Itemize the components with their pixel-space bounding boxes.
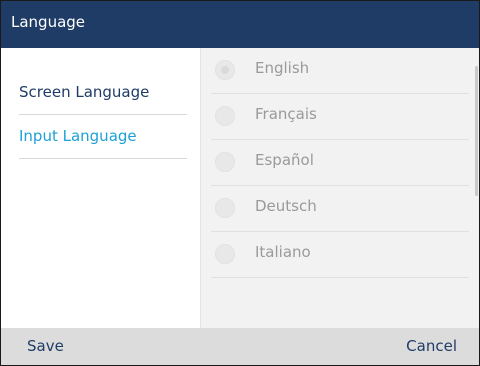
menu-item-screen-language[interactable]: Screen Language — [19, 70, 187, 115]
radio-button-selected[interactable] — [215, 60, 235, 80]
page-title: Language — [11, 13, 86, 31]
radio-button[interactable] — [215, 244, 235, 264]
radio-button[interactable] — [215, 152, 235, 172]
softkey-bar: Save Cancel — [1, 328, 479, 365]
option-label: English — [255, 59, 310, 77]
scrollbar[interactable] — [475, 66, 478, 196]
language-menu: Screen Language Input Language — [1, 48, 201, 328]
menu-item-label: Input Language — [19, 127, 137, 145]
language-option-francais[interactable]: Français — [211, 94, 469, 140]
language-option-espanol[interactable]: Español — [211, 140, 469, 186]
language-option-deutsch[interactable]: Deutsch — [211, 186, 469, 232]
option-label: Deutsch — [255, 197, 317, 215]
radio-button[interactable] — [215, 106, 235, 126]
option-label: Italiano — [255, 243, 311, 261]
radio-dot-icon — [221, 66, 229, 74]
language-option-english[interactable]: English — [211, 48, 469, 94]
menu-item-label: Screen Language — [19, 83, 150, 101]
language-screen: Language Screen Language Input Language … — [0, 0, 480, 366]
cancel-button[interactable]: Cancel — [406, 337, 457, 355]
radio-button[interactable] — [215, 198, 235, 218]
language-options-panel: English Français Español Deutsch Italian… — [201, 48, 479, 328]
option-label: Français — [255, 105, 317, 123]
title-bar: Language — [1, 1, 479, 48]
menu-item-input-language[interactable]: Input Language — [19, 114, 187, 159]
language-option-italiano[interactable]: Italiano — [211, 232, 469, 278]
save-button[interactable]: Save — [27, 337, 64, 355]
option-label: Español — [255, 151, 314, 169]
